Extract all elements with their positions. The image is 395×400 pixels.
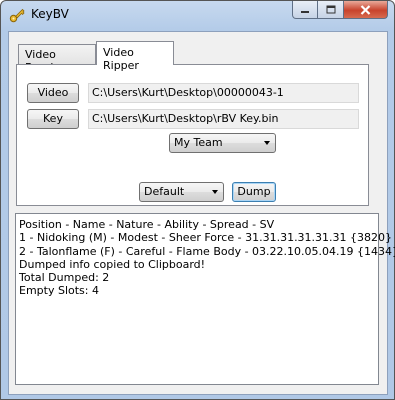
output-line: Total Dumped: 2 [19,271,110,285]
video-path-field[interactable]: C:\Users\Kurt\Desktop\00000043-1 [88,83,359,103]
output-line: 2 - Talonflame (F) - Careful - Flame Bod… [19,244,395,258]
team-select-value: My Team [174,136,223,149]
video-button[interactable]: Video [27,83,79,103]
minimize-icon [301,10,309,13]
tab-video-ripper[interactable]: Video Ripper [96,41,174,72]
output-line: Dumped info copied to Clipboard! [19,257,206,271]
minimize-button[interactable] [292,1,318,19]
key-icon [9,8,25,23]
maximize-icon [326,5,335,14]
output-line: Position - Name - Nature - Ability - Spr… [19,218,275,231]
format-select[interactable]: Default [139,182,224,202]
close-icon [360,4,371,15]
key-button[interactable]: Key [27,109,79,129]
output-line: Empty Slots: 4 [19,284,99,298]
output-textbox[interactable]: Position - Name - Nature - Ability - Spr… [15,213,395,385]
close-button[interactable] [344,1,388,19]
output-line: 1 - Nidoking (M) - Modest - Sheer Force … [19,231,393,245]
format-select-value: Default [144,185,185,198]
chevron-down-icon [264,141,270,145]
team-select[interactable]: My Team [169,133,276,153]
title-bar[interactable]: KeyBV [1,1,394,29]
key-path-field[interactable]: C:\Users\Kurt\Desktop\rBV Key.bin [88,109,359,129]
chevron-down-icon [212,190,218,194]
tab-video-breaker[interactable]: Video Breaker [18,44,96,74]
video-ripper-panel: Video C:\Users\Kurt\Desktop\00000043-1 K… [16,64,369,206]
window-title: KeyBV [31,7,69,21]
dump-button[interactable]: Dump [232,182,276,202]
client-area: Video Breaker Video Ripper Video C:\User… [8,31,395,395]
app-window: KeyBV Video Breaker Video Ripper [0,0,395,400]
maximize-button[interactable] [318,1,344,19]
